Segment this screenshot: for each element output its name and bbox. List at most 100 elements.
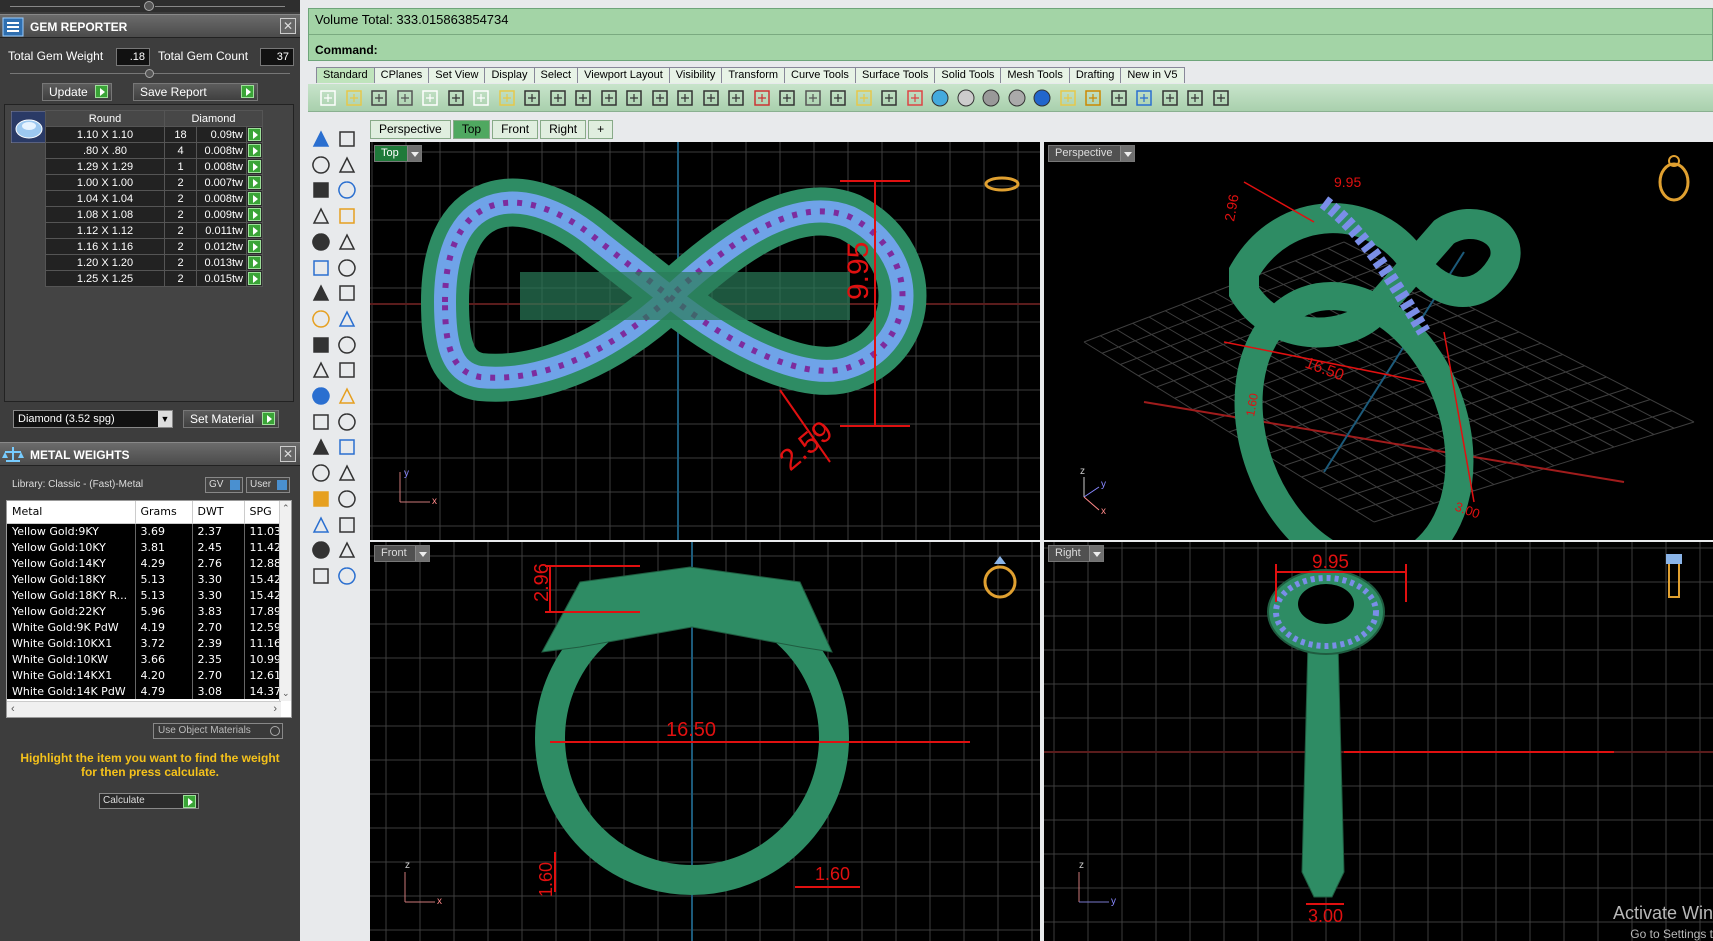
layer-icon[interactable] (905, 88, 925, 108)
gv-button[interactable]: GV (205, 477, 243, 493)
polygon-icon[interactable] (310, 231, 332, 253)
hatch-icon[interactable] (336, 488, 358, 510)
revolve-icon[interactable] (336, 257, 358, 279)
flow-icon[interactable] (310, 539, 332, 561)
chevron-down-icon[interactable] (406, 146, 421, 161)
surface-icon[interactable] (310, 257, 332, 279)
help-icon[interactable] (1134, 88, 1154, 108)
gem-row[interactable]: 1.20 X 1.20 2 0.013tw (45, 254, 263, 271)
ribbon-tab-curve-tools[interactable]: Curve Tools (784, 67, 856, 83)
material-icon[interactable] (336, 565, 358, 587)
boolean-icon[interactable] (310, 385, 332, 407)
save-report-button[interactable]: Save Report (133, 83, 258, 101)
arc-icon[interactable] (310, 205, 332, 227)
curve-icon[interactable] (336, 154, 358, 176)
select-gem-button[interactable] (246, 142, 263, 159)
new-icon[interactable] (318, 88, 338, 108)
select-gem-button[interactable] (246, 254, 263, 271)
explode-icon[interactable] (310, 334, 332, 356)
ribbon-tab-viewport-layout[interactable]: Viewport Layout (577, 67, 670, 83)
ribbon-tab-visibility[interactable]: Visibility (668, 67, 723, 83)
ghosted-sphere-icon[interactable] (981, 88, 1001, 108)
viewport-label-perspective[interactable]: Perspective (1048, 145, 1136, 162)
rotate-view-icon[interactable] (777, 88, 797, 108)
scroll-left-icon[interactable]: ‹ (11, 703, 15, 715)
user-button[interactable]: User (246, 477, 290, 493)
viewport-tab-front[interactable]: Front (492, 120, 539, 139)
ribbon-tab-surface-tools[interactable]: Surface Tools (854, 67, 936, 83)
select-icon[interactable] (310, 128, 332, 150)
horizontal-scrollbar[interactable]: ‹ › (7, 701, 281, 717)
viewport-label-right[interactable]: Right (1048, 545, 1104, 562)
select-gem-button[interactable] (246, 222, 263, 239)
viewport-label-front[interactable]: Front (374, 545, 430, 562)
select-gem-button[interactable] (246, 206, 263, 223)
cut-icon[interactable] (446, 88, 466, 108)
ribbon-tab-display[interactable]: Display (484, 67, 535, 83)
fillet-icon[interactable] (336, 231, 358, 253)
viewport-label-top[interactable]: Top (374, 145, 422, 162)
metal-row[interactable]: White Gold:14KX1 4.20 2.70 12.61 (7, 667, 287, 683)
light-icon[interactable] (854, 88, 874, 108)
material-select[interactable]: Diamond (3.52 spg) ▼ (13, 410, 173, 428)
extrude-icon[interactable] (336, 334, 358, 356)
open-icon[interactable] (344, 88, 364, 108)
select-gem-button[interactable] (246, 158, 263, 175)
point-icon[interactable] (336, 128, 358, 150)
chevron-down-icon[interactable] (1088, 546, 1103, 561)
viewport-front[interactable]: 2.96 16.50 1.60 1.60 zx Front (370, 542, 1040, 941)
ribbon-tab-mesh-tools[interactable]: Mesh Tools (1000, 67, 1070, 83)
ribbon-tab-set-view[interactable]: Set View (428, 67, 486, 83)
scroll-down-icon[interactable]: ⌄ (282, 688, 290, 699)
col-grams[interactable]: Grams (135, 501, 193, 524)
grid-dots-icon[interactable] (1185, 88, 1205, 108)
gem-row[interactable]: 1.00 X 1.00 2 0.007tw (45, 174, 263, 191)
splitter-icon[interactable] (145, 69, 154, 78)
viewport-top[interactable]: 9.95 2.59 yx Top (370, 142, 1040, 540)
shade-icon[interactable] (310, 565, 332, 587)
metal-row[interactable]: Yellow Gold:22KY 5.96 3.83 17.89 (7, 603, 287, 619)
box-icon[interactable] (310, 282, 332, 304)
metal-row[interactable]: White Gold:10KX1 3.72 2.39 11.16 (7, 635, 287, 651)
metal-row[interactable]: Yellow Gold:9KY 3.69 2.37 11.03 (7, 523, 287, 539)
sphere-icon[interactable] (336, 282, 358, 304)
viewport-tab-right[interactable]: Right (540, 120, 587, 139)
grid-snap-icon[interactable] (310, 514, 332, 536)
xray-sphere-icon[interactable] (1007, 88, 1027, 108)
zoom-extents-icon[interactable] (650, 88, 670, 108)
metal-row[interactable]: White Gold:14K PdW 4.79 3.08 14.37 (7, 683, 287, 699)
history-icon[interactable] (1160, 88, 1180, 108)
object-snap-icon[interactable] (828, 88, 848, 108)
text-icon[interactable] (310, 436, 332, 458)
circle-icon[interactable] (310, 179, 332, 201)
metal-row[interactable]: White Gold:10KW 3.66 2.35 10.99 (7, 651, 287, 667)
ellipse-icon[interactable] (336, 179, 358, 201)
four-views-icon[interactable] (726, 88, 746, 108)
gem-row[interactable]: 1.04 X 1.04 2 0.008tw (45, 190, 263, 207)
blend-icon[interactable] (336, 411, 358, 433)
close-icon[interactable]: ✕ (280, 18, 296, 34)
pan-icon[interactable] (548, 88, 568, 108)
metal-row[interactable]: Yellow Gold:18KY R... 5.13 3.30 15.42 (7, 587, 287, 603)
collapse-icon[interactable] (144, 1, 154, 11)
plane-icon[interactable] (336, 308, 358, 330)
color-wheel-icon[interactable] (930, 88, 950, 108)
polyline-icon[interactable] (310, 154, 332, 176)
command-prompt[interactable]: Command: (315, 43, 378, 57)
cylinder-icon[interactable] (310, 308, 332, 330)
ribbon-tab-new-in-v5[interactable]: New in V5 (1120, 67, 1185, 83)
chevron-down-icon[interactable] (1120, 146, 1135, 161)
zoom-icon[interactable] (599, 88, 619, 108)
camera-icon[interactable] (803, 88, 823, 108)
viewport-tab-add[interactable]: + (588, 120, 614, 139)
select-filter-icon[interactable] (1058, 88, 1078, 108)
copy-icon[interactable] (471, 88, 491, 108)
checkmark-icon[interactable] (336, 539, 358, 561)
polyline-icon[interactable] (1211, 88, 1231, 108)
calculate-button[interactable]: Calculate (99, 793, 199, 809)
metal-row[interactable]: Yellow Gold:14KY 4.29 2.76 12.88 (7, 555, 287, 571)
viewport-tab-top[interactable]: Top (452, 120, 491, 139)
ribbon-tab-drafting[interactable]: Drafting (1068, 67, 1122, 83)
save-icon[interactable] (369, 88, 389, 108)
viewport-right[interactable]: 9.95 3.00 zy Right (1044, 542, 1713, 941)
